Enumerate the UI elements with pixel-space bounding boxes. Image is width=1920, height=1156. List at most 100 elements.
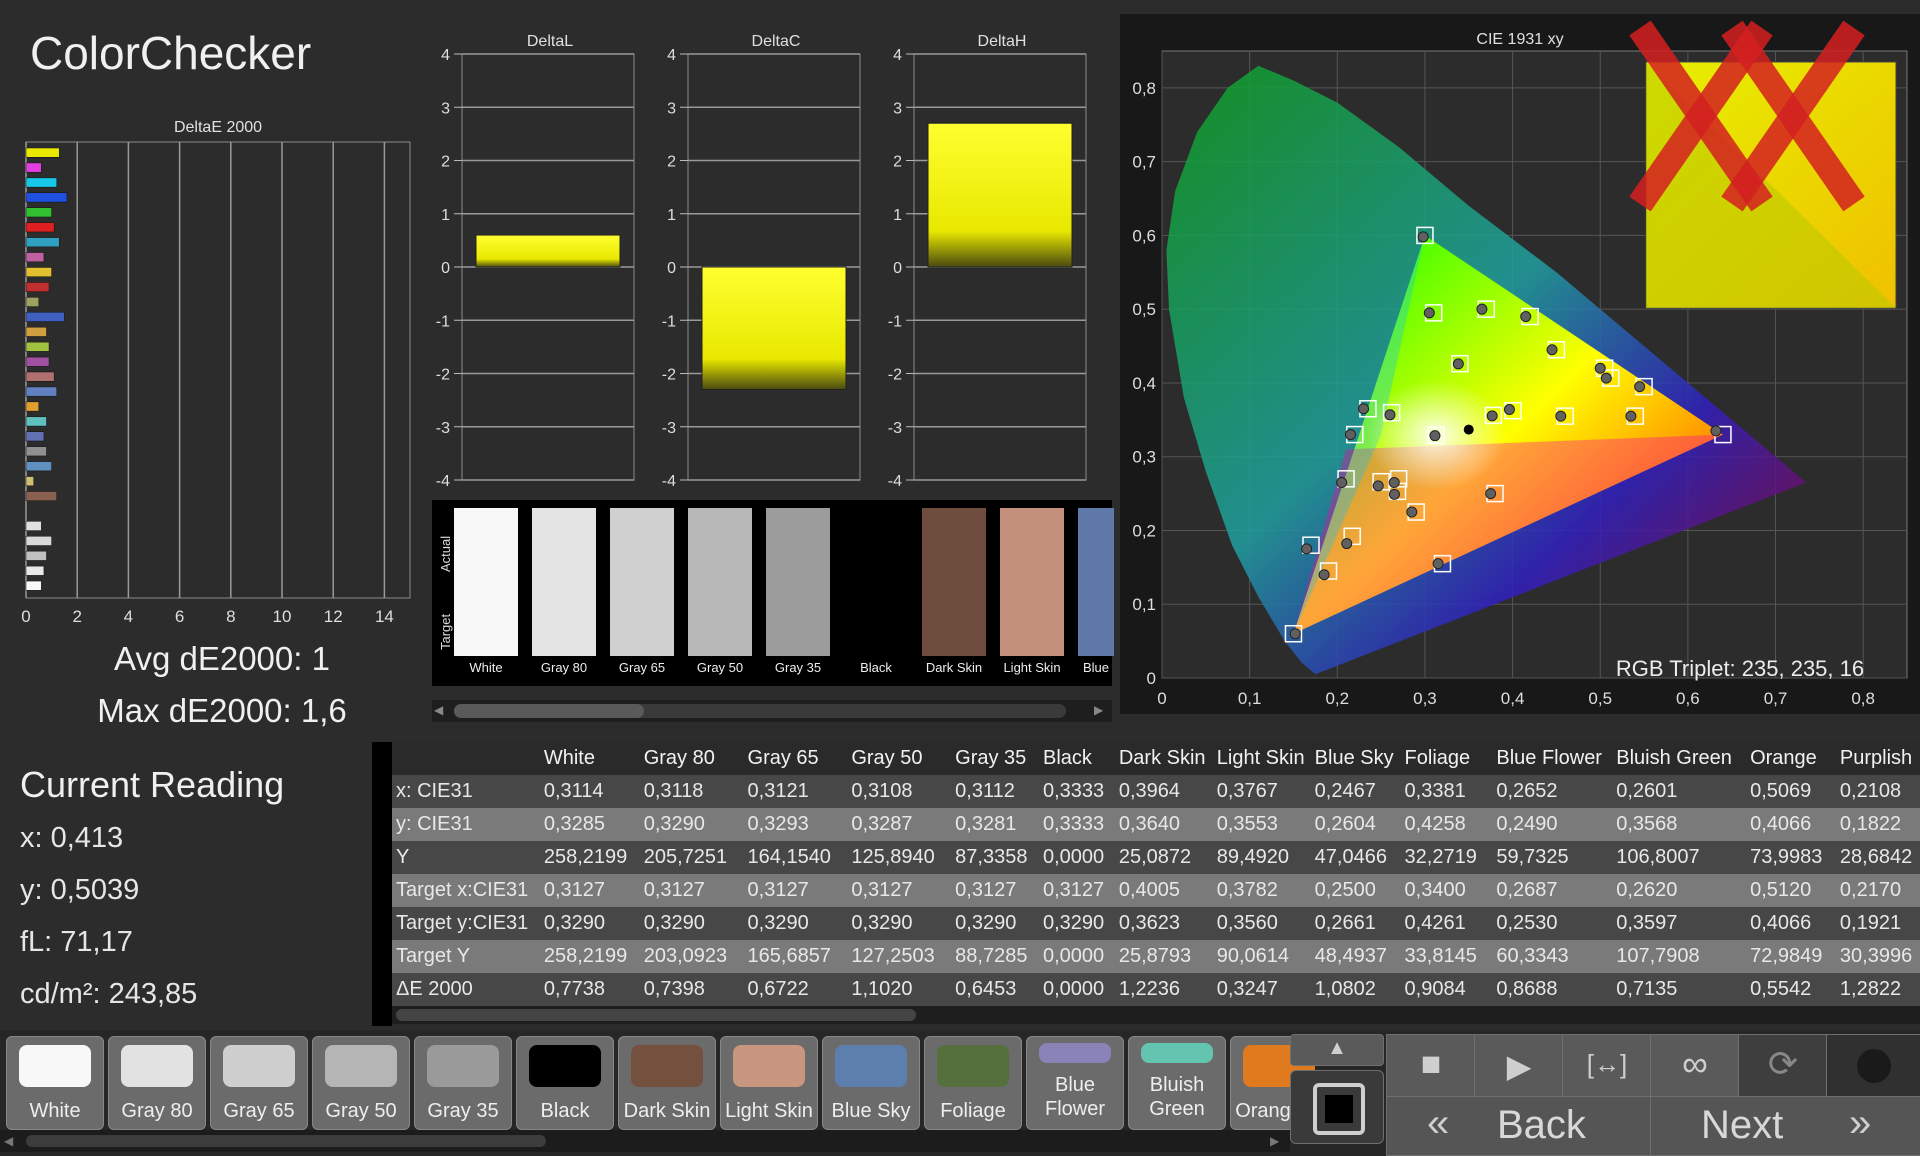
delta-bar: [475, 234, 621, 268]
table-column-header: Gray 65: [747, 747, 819, 769]
swatch-button-label: Orang: [1235, 1100, 1291, 1122]
stop-record-button[interactable]: [1290, 1070, 1384, 1144]
scrollbar-thumb[interactable]: [454, 704, 644, 718]
delta-tick-label: 3: [893, 100, 902, 117]
table-cell: 0,3112: [955, 775, 1043, 808]
table-left-gutter: [372, 742, 392, 1026]
swatch-chip: [325, 1045, 397, 1087]
table-cell: 0,3400: [1404, 874, 1497, 907]
delta-tick-label: 2: [893, 154, 902, 171]
swatch-button[interactable]: Gray 80: [108, 1036, 206, 1130]
stop-icon: ■: [1420, 1045, 1442, 1083]
max-de-label: Max dE2000: 1,6: [97, 692, 347, 729]
swatch-button[interactable]: Light Skin: [720, 1036, 818, 1130]
table-cell: 59,7325: [1496, 841, 1617, 874]
bottom-scrollbar-thumb[interactable]: [26, 1135, 546, 1147]
table-column-header: Black: [1043, 747, 1092, 769]
deltae2000-bar: [25, 297, 40, 307]
measured-point: [1634, 381, 1646, 393]
swatch-button[interactable]: Blue Sky: [822, 1036, 920, 1130]
deltae2000-tick-label: 12: [324, 607, 343, 626]
measured-point: [1486, 410, 1498, 422]
table-cell: 0,3127: [851, 874, 956, 907]
swatch-button[interactable]: Orang: [1230, 1036, 1315, 1130]
fit-button[interactable]: [↔]: [1562, 1034, 1652, 1098]
bottom-scroll-left-icon[interactable]: ◀: [4, 1134, 13, 1148]
table-cell: 0,7398: [643, 973, 748, 1006]
table-row-label: Target Y: [372, 940, 544, 973]
measured-point: [1625, 410, 1637, 422]
measured-point: [1388, 477, 1400, 489]
measured-point: [1485, 488, 1497, 500]
cie-x-tick-label: 0,1: [1238, 689, 1262, 708]
table-cell: 25,8793: [1118, 940, 1217, 973]
reading-y: y: 0,5039: [20, 874, 140, 906]
table-column-header: Bluish Green: [1616, 747, 1732, 769]
next-button[interactable]: Next »: [1650, 1096, 1920, 1156]
table-cell: 0,4261: [1404, 907, 1497, 940]
swatch-button[interactable]: White: [6, 1036, 104, 1130]
table-cell: 0,0000: [1043, 841, 1119, 874]
deltae2000-bar: [25, 222, 55, 233]
table-cell: 25,0872: [1118, 841, 1217, 874]
back-button[interactable]: « Back: [1386, 1096, 1652, 1156]
table-cell: 30,3996: [1839, 940, 1920, 973]
swatch-button-label: Blue Sky: [831, 1100, 911, 1122]
delta-tick-label: -4: [888, 473, 902, 490]
swatch-button[interactable]: Gray 35: [414, 1036, 512, 1130]
bottom-scrollbar[interactable]: ◀ ▶: [0, 1130, 1290, 1152]
table-cell: 0,3290: [1043, 907, 1119, 940]
bottom-scroll-right-icon[interactable]: ▶: [1270, 1134, 1279, 1148]
table-cell: 127,2503: [851, 940, 956, 973]
stop-square-icon: [1325, 1095, 1353, 1123]
deltae2000-bar: [25, 312, 65, 322]
status-button[interactable]: [1826, 1034, 1920, 1098]
swatch-chip: [121, 1045, 193, 1087]
deltae2000-bar: [25, 177, 57, 188]
swatch-chip: [1141, 1043, 1213, 1063]
scrollbar-track[interactable]: [454, 704, 1066, 718]
swatch-button[interactable]: Gray 65: [210, 1036, 308, 1130]
measured-point: [1432, 558, 1444, 570]
table-scrollbar[interactable]: [392, 1006, 1920, 1024]
current-reading-title: Current Reading: [20, 764, 285, 805]
cie-y-tick-label: 0,5: [1132, 300, 1156, 319]
scroll-right-icon[interactable]: ▶: [1094, 703, 1103, 717]
stop-button[interactable]: ■: [1386, 1034, 1476, 1098]
play-button[interactable]: ▶: [1474, 1034, 1564, 1098]
table-cell: 0,3597: [1616, 907, 1751, 940]
table-cell: 258,2199: [543, 841, 644, 874]
table-cell: 0,3333: [1043, 775, 1119, 808]
deltae2000-bar: [25, 356, 50, 367]
delta-tick-label: 1: [441, 207, 450, 224]
swatch-strip-scrollbar[interactable]: ◀ ▶: [432, 700, 1112, 722]
scroll-left-icon[interactable]: ◀: [434, 703, 443, 717]
table-cell: 1,2236: [1118, 973, 1217, 1006]
swatch-button[interactable]: Blue Flower: [1026, 1036, 1124, 1130]
swatch-button-label: Dark Skin: [623, 1100, 711, 1122]
swatch-chip: [19, 1045, 91, 1087]
refresh-button[interactable]: ⟳: [1738, 1034, 1828, 1098]
table-cell: 0,2687: [1496, 874, 1617, 907]
swatch-button[interactable]: Bluish Green: [1128, 1036, 1226, 1130]
measured-point: [1372, 480, 1384, 492]
delta-tick-label: -2: [436, 367, 450, 384]
swatch-button[interactable]: Black: [516, 1036, 614, 1130]
table-scrollbar-thumb[interactable]: [396, 1009, 916, 1021]
swatch-button[interactable]: Gray 50: [312, 1036, 410, 1130]
loop-button[interactable]: ∞: [1650, 1034, 1740, 1098]
swatch-button-label: Gray 80: [121, 1100, 193, 1122]
table-row-label: y: CIE31: [372, 808, 544, 841]
swatch-button[interactable]: Dark Skin: [618, 1036, 716, 1130]
swatch-button[interactable]: Foliage: [924, 1036, 1022, 1130]
table-cell: 0,2490: [1496, 808, 1617, 841]
strip-swatch: [844, 508, 908, 656]
table-cell: 0,5120: [1750, 874, 1840, 907]
delta-bar: [701, 266, 847, 390]
delta-tick-label: -3: [436, 420, 450, 437]
delta-chart-title: DeltaH: [978, 33, 1027, 50]
table-cell: 0,2604: [1314, 808, 1405, 841]
up-button[interactable]: ▲: [1290, 1034, 1384, 1066]
swatch-chip: [835, 1045, 907, 1087]
table-row: Y 258,2199 205,7251 164,1540 125,8940 87,3358…: [372, 841, 1920, 874]
